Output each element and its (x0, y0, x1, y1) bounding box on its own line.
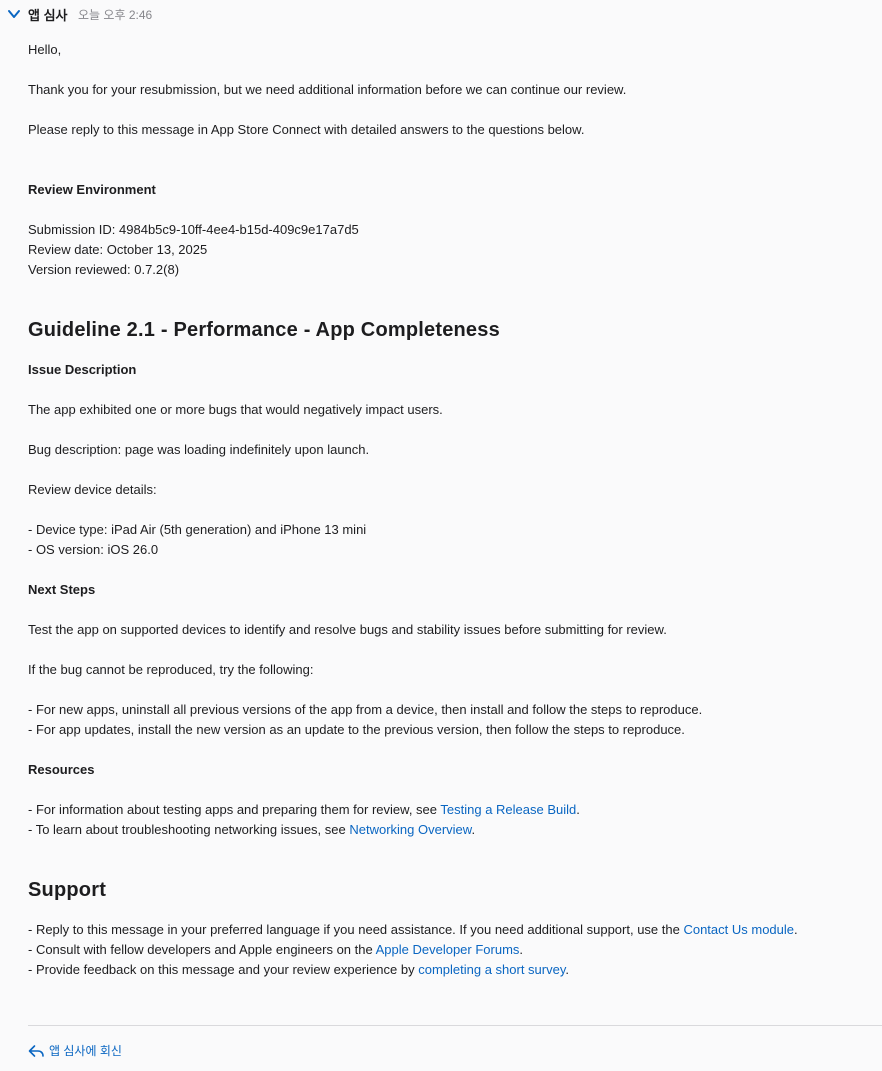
issue-text: The app exhibited one or more bugs that … (28, 402, 443, 417)
greeting-text: Hello, (28, 42, 62, 57)
next-steps-heading: Next Steps (28, 582, 96, 597)
message-header: 앱 심사 오늘 오후 2:46 (0, 0, 882, 26)
intro-text-1: Thank you for your resubmission, but we … (28, 82, 627, 97)
guideline-heading: Guideline 2.1 - Performance - App Comple… (28, 319, 500, 341)
testing-release-build-link[interactable]: Testing a Release Build (440, 802, 576, 817)
support-text: - Consult with fellow developers and App… (28, 942, 376, 957)
footer-divider (28, 1025, 882, 1026)
new-apps-step: - For new apps, uninstall all previous v… (28, 702, 703, 717)
support-suffix: . (794, 922, 798, 937)
version-reviewed: Version reviewed: 0.7.2(8) (28, 262, 180, 277)
resource-item-testing: - For information about testing apps and… (28, 800, 580, 820)
os-version: - OS version: iOS 26.0 (28, 542, 159, 557)
support-text: - Reply to this message in your preferre… (28, 922, 684, 937)
resource-item-networking: - To learn about troubleshooting network… (28, 820, 475, 840)
device-details-label: Review device details: (28, 482, 157, 497)
issue-description-heading: Issue Description (28, 362, 137, 377)
resource-suffix: . (471, 822, 476, 837)
bug-description: Bug description: page was loading indefi… (28, 442, 370, 457)
review-date: Review date: October 13, 2025 (28, 242, 208, 257)
message-timestamp: 오늘 오후 2:46 (78, 8, 153, 22)
developer-forums-link[interactable]: Apple Developer Forums (376, 942, 520, 957)
networking-overview-link[interactable]: Networking Overview (349, 822, 471, 837)
app-updates-step: - For app updates, install the new versi… (28, 722, 685, 737)
reply-arrow-icon (28, 1044, 44, 1057)
resource-text: - To learn about troubleshooting network… (28, 822, 350, 837)
resources-heading: Resources (28, 762, 95, 777)
support-text: - Provide feedback on this message and y… (28, 962, 419, 977)
reply-button[interactable]: 앱 심사에 회신 (28, 1042, 122, 1059)
short-survey-link[interactable]: completing a short survey (418, 962, 565, 977)
reply-label: 앱 심사에 회신 (49, 1044, 122, 1058)
support-suffix: . (519, 942, 524, 957)
resource-text: - For information about testing apps and… (28, 802, 441, 817)
review-environment-heading: Review Environment (28, 182, 156, 197)
support-heading: Support (28, 879, 107, 901)
resource-suffix: . (576, 802, 580, 817)
support-suffix: . (565, 962, 570, 977)
intro-text-2: Please reply to this message in App Stor… (28, 122, 585, 137)
if-bug-text: If the bug cannot be reproduced, try the… (28, 662, 314, 677)
support-item-survey: - Provide feedback on this message and y… (28, 960, 569, 980)
next-steps-text: Test the app on supported devices to ide… (28, 622, 667, 637)
contact-us-link[interactable]: Contact Us module (683, 922, 794, 937)
support-item-forums: - Consult with fellow developers and App… (28, 940, 523, 960)
device-type: - Device type: iPad Air (5th generation)… (28, 522, 367, 537)
support-item-contact: - Reply to this message in your preferre… (28, 920, 798, 940)
chevron-down-icon[interactable] (7, 8, 21, 20)
sender-name: 앱 심사 (28, 8, 68, 23)
submission-id: Submission ID: 4984b5c9-10ff-4ee4-b15d-4… (28, 222, 359, 237)
